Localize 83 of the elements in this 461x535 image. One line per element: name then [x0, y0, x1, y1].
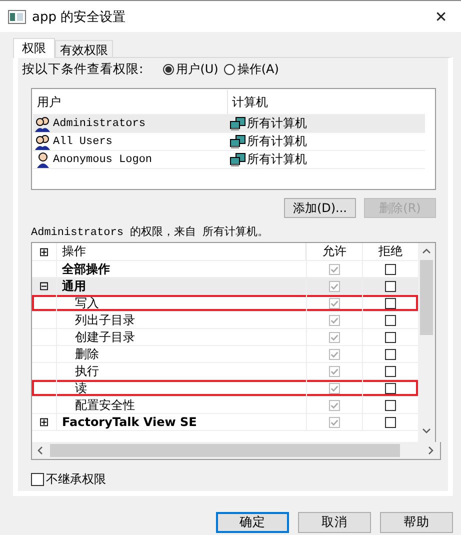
permission-name: 通用 [62, 278, 86, 294]
deny-checkbox[interactable] [385, 332, 396, 342]
deny-checkbox[interactable] [385, 298, 396, 308]
radio-button[interactable]: 操作(A) [224, 60, 279, 78]
permission-name: 删除 [75, 346, 99, 362]
radio-label: 操作(A) [237, 60, 279, 78]
allow-checkbox[interactable] [329, 280, 340, 292]
allow-checkbox[interactable] [329, 314, 340, 326]
deny-checkbox[interactable] [385, 366, 396, 376]
permission-name: 全部操作 [62, 260, 110, 278]
inherit-option[interactable]: 不继承权限 [31, 471, 444, 488]
allow-checkbox[interactable] [329, 382, 340, 394]
user-name: Anonymous Logon [53, 154, 152, 166]
permission-name: 写入 [75, 294, 99, 312]
users-group-icon [34, 116, 52, 132]
permissions-caption: Administrators 的权限，来自 所有计算机。 [31, 225, 270, 239]
permission-row[interactable]: 执行 [32, 363, 418, 380]
permission-row[interactable]: 配置安全性 [32, 397, 418, 414]
allow-checkbox[interactable] [329, 416, 340, 428]
allow-checkbox[interactable] [329, 332, 340, 342]
vertical-scrollbar[interactable] [418, 243, 435, 442]
computer-name: 所有计算机 [247, 115, 307, 132]
user-row[interactable]: Administrators 所有计算机 [33, 115, 425, 133]
user-row[interactable]: Anonymous Logon 所有计算机 [33, 151, 425, 169]
computer-icon [230, 116, 246, 130]
allow-checkbox[interactable] [329, 298, 340, 308]
deny-checkbox[interactable] [385, 416, 396, 428]
radio-circle[interactable] [224, 64, 236, 74]
permission-row[interactable]: 列出子目录 [32, 312, 418, 329]
permission-name: FactoryTalk View SE [62, 415, 197, 429]
radio-circle[interactable] [163, 64, 174, 74]
permission-row[interactable]: 删除 [32, 346, 418, 363]
expander-button[interactable]: ⊟ [38, 280, 50, 292]
computer-name: 所有计算机 [247, 151, 307, 168]
user-row[interactable]: All Users 所有计算机 [33, 133, 425, 151]
column-header[interactable]: 计算机 [228, 90, 425, 114]
deny-checkbox[interactable] [385, 400, 396, 410]
permission-name: 配置安全性 [75, 396, 135, 414]
users-group-icon [34, 134, 52, 150]
expander-button[interactable]: ⊞ [38, 416, 50, 428]
permission-row[interactable]: ⊟ 通用 [32, 278, 418, 295]
permission-name: 执行 [75, 362, 99, 380]
checkbox[interactable] [31, 473, 44, 486]
permission-row[interactable]: ⊞ FactoryTalk View SE [32, 414, 418, 431]
horizontal-scrollbar[interactable] [31, 442, 441, 460]
allow-checkbox[interactable] [329, 366, 340, 376]
column-header[interactable]: 允许 [306, 243, 362, 260]
column-header[interactable]: 用户 [33, 90, 228, 114]
computer-name: 所有计算机 [247, 133, 307, 150]
user-name: Administrators [53, 118, 146, 130]
deny-checkbox[interactable] [385, 280, 396, 292]
close-button[interactable]: ✕ [421, 1, 461, 32]
column-header[interactable]: 操作 [57, 243, 306, 260]
allow-checkbox[interactable] [329, 348, 340, 360]
deny-checkbox[interactable] [385, 314, 396, 326]
tab[interactable]: 权限 [13, 38, 55, 58]
permission-row[interactable]: 写入 [32, 295, 418, 312]
deny-checkbox[interactable] [385, 264, 396, 274]
user-icon [34, 152, 52, 168]
view-by-label: 按以下条件查看权限: [22, 60, 144, 78]
tab[interactable]: 有效权限 [55, 40, 113, 57]
window-app-icon [8, 10, 26, 24]
dialog-button[interactable]: 帮助 [380, 512, 453, 533]
permission-name: 列出子目录 [75, 312, 135, 328]
deny-checkbox[interactable] [385, 348, 396, 360]
permission-row[interactable]: 创建子目录 [32, 329, 418, 346]
radio-label: 用户(U) [176, 60, 218, 78]
deny-checkbox[interactable] [385, 382, 396, 394]
computer-icon [230, 134, 246, 148]
allow-checkbox[interactable] [329, 264, 340, 274]
user-name: All Users [53, 136, 112, 148]
dialog-button[interactable]: 确定 [216, 512, 289, 533]
action-button[interactable]: 添加(D)... [284, 198, 356, 218]
permission-name: 创建子目录 [75, 328, 135, 346]
computer-icon [230, 152, 246, 166]
permission-row[interactable]: 读 [32, 380, 418, 397]
window-title: app 的安全设置 [32, 8, 127, 26]
expand-all-button[interactable]: ⊞ [38, 246, 50, 258]
permission-name: 读 [75, 380, 87, 396]
dialog-button[interactable]: 取消 [298, 512, 371, 533]
radio-button[interactable]: 用户(U) [163, 60, 218, 78]
allow-checkbox[interactable] [329, 400, 340, 410]
checkbox-label: 不继承权限 [46, 471, 106, 488]
